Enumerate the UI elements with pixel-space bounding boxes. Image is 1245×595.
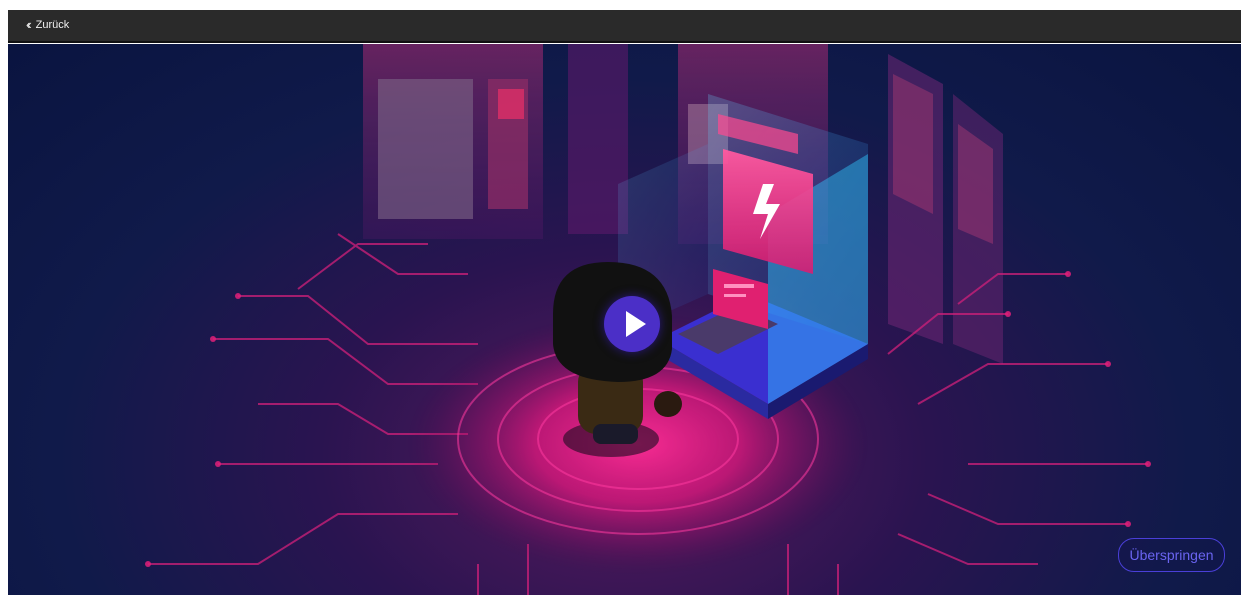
video-stage[interactable]: Überspringen [8, 44, 1241, 595]
back-link[interactable]: ‹‹ Zurück [26, 18, 69, 31]
play-button[interactable] [604, 296, 660, 352]
skip-button[interactable]: Überspringen [1118, 538, 1225, 572]
play-icon [626, 311, 646, 337]
back-label: Zurück [35, 18, 70, 31]
double-chevron-left-icon: ‹‹ [26, 17, 31, 32]
top-bar: ‹‹ Zurück [8, 10, 1241, 43]
